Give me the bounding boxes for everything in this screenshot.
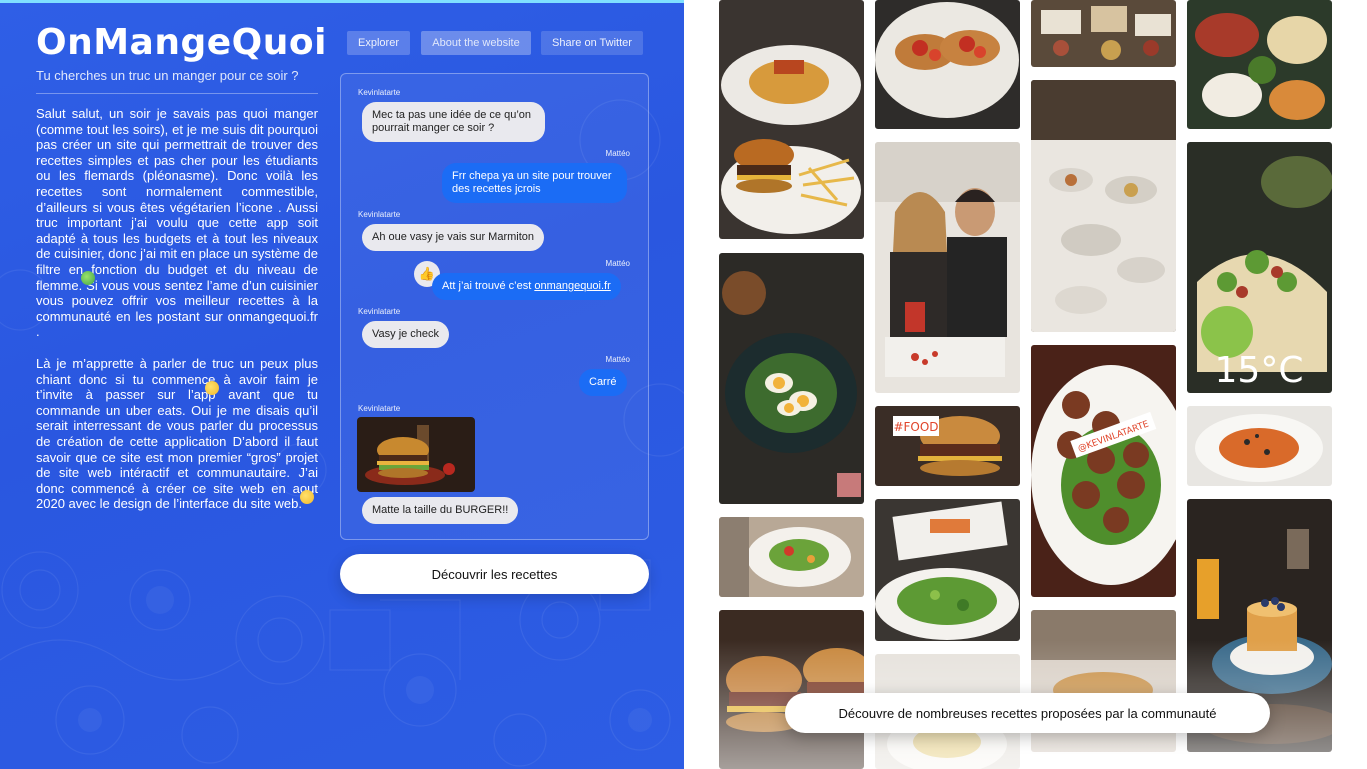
burger-photo[interactable] [357, 417, 475, 492]
gallery-photo-dinner-table[interactable] [1031, 0, 1176, 67]
intro-panel: OnMangeQuoi Tu cherches un truc un mange… [0, 0, 684, 769]
gallery-photo-salad-plate[interactable] [719, 517, 864, 597]
gallery-photo-meatballs[interactable]: @KEVINLATARTE [1031, 345, 1176, 597]
message-sender: Kevinlatarte [358, 404, 401, 413]
gallery-photo-burger-food-tag[interactable]: #FOOD [875, 406, 1020, 486]
gallery-photo-pasta-plate[interactable] [1187, 406, 1332, 486]
chat-bubble-outgoing: Frr chepa ya un site pour trouver des re… [442, 163, 627, 203]
tagline: Tu cherches un truc un manger pour ce so… [36, 68, 299, 83]
nav-about-button[interactable]: About the website [421, 31, 531, 55]
chat-bubble-incoming: Mec ta pas une idée de ce qu’on pourrait… [362, 102, 545, 142]
gallery-photo-bruschetta[interactable] [875, 0, 1020, 129]
temperature-overlay: 15°C [1215, 350, 1304, 391]
chat-bubble-incoming: Ah oue vasy je vais sur Marmiton [362, 224, 545, 251]
chat-bubble-incoming: Vasy je check [362, 321, 450, 348]
discover-recipes-button[interactable]: Découvrir les recettes [340, 554, 649, 594]
nav-share-twitter-button[interactable]: Share on Twitter [541, 31, 643, 55]
message-sender: Mattéo [605, 149, 630, 158]
message-sender: Mattéo [605, 355, 630, 364]
intro-paragraph-2: Là je m’apprette à parler de truc un peu… [36, 356, 318, 512]
gallery-photo-salmon-salad[interactable] [875, 499, 1020, 641]
divider [36, 93, 318, 94]
message-sender: Kevinlatarte [358, 307, 401, 316]
gallery-photo-feast[interactable] [1187, 0, 1332, 129]
nav-explorer-button[interactable]: Explorer [347, 31, 410, 55]
chat-bubble-incoming: Matte la taille du BURGER!! [362, 497, 519, 524]
gallery-photo-cooking-couple[interactable] [875, 142, 1020, 393]
onmangequoi-link[interactable]: onmangequoi.fr [534, 280, 610, 292]
message-sender: Mattéo [605, 259, 630, 268]
chat-conversation: Kevinlatarte Mec ta pas une idée de ce q… [340, 73, 649, 540]
food-tag-overlay: #FOOD [893, 420, 938, 434]
community-recipes-button[interactable]: Découvre de nombreuses recettes proposée… [785, 693, 1270, 733]
gallery-photo-eggs-salad[interactable] [719, 253, 864, 504]
message-text: Att j’ai trouvé c’est [442, 280, 535, 292]
message-sender: Kevinlatarte [358, 88, 401, 97]
face-emoji-icon [205, 381, 219, 395]
intro-paragraph-1: Salut salut, un soir je savais pas quoi … [36, 106, 318, 340]
chat-bubble-outgoing: Carré [579, 369, 627, 396]
chat-bubble-outgoing: Att j’ai trouvé c’est onmangequoi.fr [432, 273, 621, 300]
message-sender: Kevinlatarte [358, 210, 401, 219]
top-accent-line [0, 0, 684, 3]
gallery-photo-tacos[interactable]: 15°C [1187, 142, 1332, 393]
recipe-gallery: #FOOD @KEVINLATARTE 15°C Découvre de nom… [684, 0, 1367, 769]
salad-icon [81, 271, 95, 285]
gallery-photo-restaurant-table[interactable] [1031, 80, 1176, 332]
gallery-photo-burger-fries[interactable] [719, 0, 864, 239]
site-logo[interactable]: OnMangeQuoi [36, 22, 327, 63]
face-emoji-icon [300, 490, 314, 504]
